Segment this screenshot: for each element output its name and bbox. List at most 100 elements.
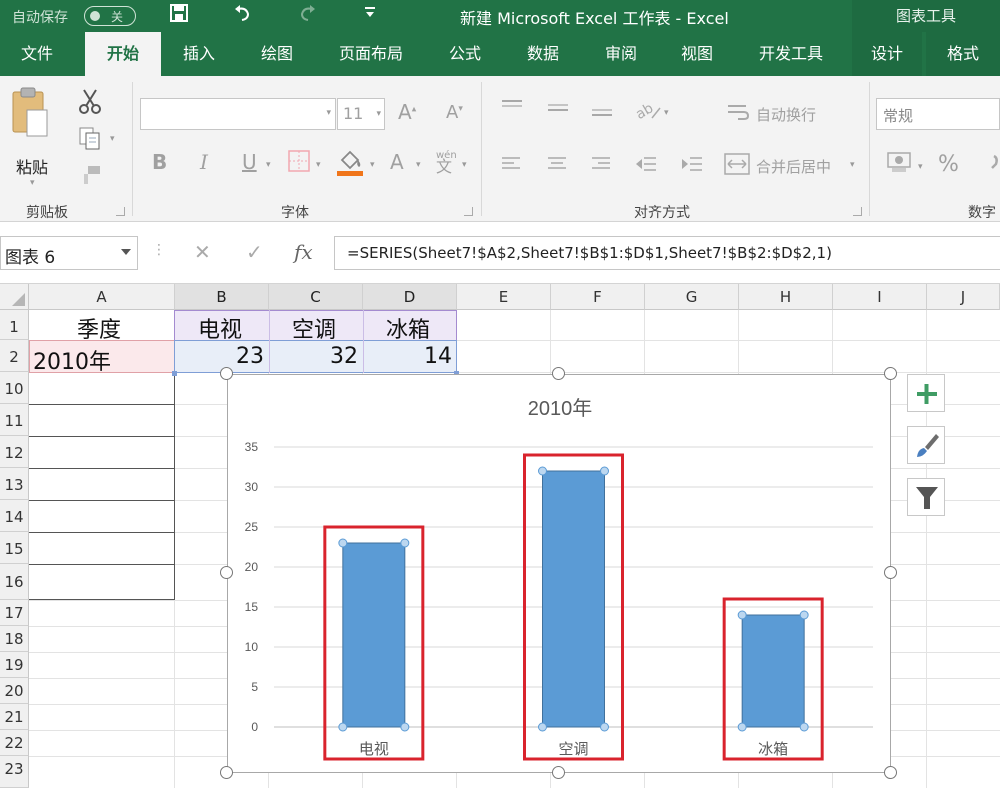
bar-selection-handle[interactable] xyxy=(737,722,747,732)
borders-icon[interactable] xyxy=(288,150,310,177)
font-size-input[interactable]: 11 ▾ xyxy=(337,98,385,130)
bar-selection-handle[interactable] xyxy=(338,538,348,548)
bar[interactable] xyxy=(741,614,805,728)
name-box[interactable]: 图表 6 xyxy=(0,236,138,270)
chart-elements-button[interactable] xyxy=(907,374,945,412)
bar[interactable] xyxy=(542,470,605,728)
bar-chart[interactable]: 2010年 0 5 10 15 20 25 30 35 电视 空调 冰箱 xyxy=(228,375,892,774)
bar-selection-handle[interactable] xyxy=(538,466,547,476)
underline-dropdown-icon[interactable]: ▾ xyxy=(266,160,271,170)
row-header-14[interactable]: 14 xyxy=(0,500,29,532)
name-box-dropdown-icon[interactable] xyxy=(121,249,131,255)
align-right-icon[interactable] xyxy=(590,154,612,179)
column-header-a[interactable]: A xyxy=(29,284,175,310)
bar-selection-handle[interactable] xyxy=(799,610,809,620)
bar-selection-handle[interactable] xyxy=(600,722,609,732)
row-header-12[interactable]: 12 xyxy=(0,436,29,468)
cancel-icon[interactable]: ✕ xyxy=(194,240,211,264)
phonetic-dropdown-icon[interactable]: ▾ xyxy=(462,160,467,170)
resize-handle-top-left[interactable] xyxy=(220,367,233,380)
font-name-dropdown-icon[interactable]: ▾ xyxy=(326,108,331,118)
tab-page-layout[interactable]: 页面布局 xyxy=(322,32,420,76)
bold-button[interactable]: B xyxy=(152,150,167,174)
wrap-text-icon[interactable] xyxy=(726,102,750,127)
fill-color-dropdown-icon[interactable]: ▾ xyxy=(370,160,375,170)
row-header-18[interactable]: 18 xyxy=(0,626,29,652)
tab-home[interactable]: 开始 xyxy=(85,32,161,76)
chart-styles-button[interactable] xyxy=(907,426,945,464)
resize-handle-top[interactable] xyxy=(552,367,565,380)
column-header-b[interactable]: B xyxy=(175,284,269,310)
cell-a1[interactable]: 季度 xyxy=(77,312,121,344)
alignment-launcher-icon[interactable] xyxy=(853,207,862,216)
insert-function-icon[interactable]: fx xyxy=(294,240,313,264)
font-size-dropdown-icon[interactable]: ▾ xyxy=(376,109,381,119)
format-painter-icon[interactable] xyxy=(80,164,102,191)
cell-b2[interactable]: 23 xyxy=(236,344,264,369)
redo-icon[interactable] xyxy=(296,2,318,29)
row-header-23[interactable]: 23 xyxy=(0,756,29,788)
paste-icon[interactable] xyxy=(10,86,50,145)
tab-view[interactable]: 视图 xyxy=(664,32,730,76)
borders-dropdown-icon[interactable]: ▾ xyxy=(316,160,321,170)
resize-handle-right[interactable] xyxy=(884,566,897,579)
paste-dropdown-icon[interactable]: ▾ xyxy=(30,178,35,188)
row-header-19[interactable]: 19 xyxy=(0,652,29,678)
resize-handle-bottom[interactable] xyxy=(552,766,565,779)
cut-icon[interactable] xyxy=(78,88,102,119)
column-header-f[interactable]: F xyxy=(551,284,645,310)
increase-indent-icon[interactable] xyxy=(680,154,704,179)
row-header-20[interactable]: 20 xyxy=(0,678,29,704)
range-handle[interactable] xyxy=(172,371,177,376)
align-middle-icon[interactable] xyxy=(546,98,570,123)
bar-selection-handle[interactable] xyxy=(400,722,410,732)
column-header-i[interactable]: I xyxy=(833,284,927,310)
resize-handle-left[interactable] xyxy=(220,566,233,579)
tab-design[interactable]: 设计 xyxy=(852,32,922,76)
cell-d2[interactable]: 14 xyxy=(424,344,452,369)
align-center-icon[interactable] xyxy=(546,154,568,179)
merge-center-label[interactable]: 合并后居中 xyxy=(756,156,831,177)
row-header-17[interactable]: 17 xyxy=(0,600,29,626)
merge-dropdown-icon[interactable]: ▾ xyxy=(850,160,855,170)
decrease-indent-icon[interactable] xyxy=(634,154,658,179)
bar-selection-handle[interactable] xyxy=(400,538,410,548)
bar-selection-handle[interactable] xyxy=(799,722,809,732)
align-top-icon[interactable] xyxy=(500,98,524,123)
column-header-j[interactable]: J xyxy=(927,284,1000,310)
font-launcher-icon[interactable] xyxy=(464,207,473,216)
copy-dropdown-icon[interactable]: ▾ xyxy=(110,134,115,144)
tab-insert[interactable]: 插入 xyxy=(166,32,232,76)
select-all-button[interactable] xyxy=(0,284,29,310)
bar-selection-handle[interactable] xyxy=(600,466,609,476)
cell-c2[interactable]: 32 xyxy=(330,344,358,369)
underline-button[interactable]: U xyxy=(242,150,257,174)
row-header-1[interactable]: 1 xyxy=(0,310,29,340)
tab-formulas[interactable]: 公式 xyxy=(434,32,496,76)
orientation-dropdown-icon[interactable]: ▾ xyxy=(664,108,669,118)
chart-area[interactable]: 2010年 0 5 10 15 20 25 30 35 电视 空调 冰箱 xyxy=(227,374,891,773)
cell-c1[interactable]: 空调 xyxy=(292,312,336,344)
percent-button[interactable]: % xyxy=(938,152,959,177)
cell-a2[interactable]: 2010年 xyxy=(33,344,111,376)
orientation-icon[interactable]: ab xyxy=(633,98,664,127)
accounting-format-icon[interactable] xyxy=(886,150,914,179)
number-format-input[interactable]: 常规 xyxy=(876,98,1000,130)
clipboard-launcher-icon[interactable] xyxy=(116,207,125,216)
resize-handle-bottom-left[interactable] xyxy=(220,766,233,779)
chart-filters-button[interactable] xyxy=(907,478,945,516)
copy-icon[interactable] xyxy=(78,126,102,155)
resize-handle-top-right[interactable] xyxy=(884,367,897,380)
tab-review[interactable]: 审阅 xyxy=(588,32,654,76)
formula-input[interactable]: =SERIES(Sheet7!$A$2,Sheet7!$B$1:$D$1,She… xyxy=(334,236,1000,270)
tab-developer[interactable]: 开发工具 xyxy=(742,32,840,76)
row-header-16[interactable]: 16 xyxy=(0,564,29,600)
font-color-dropdown-icon[interactable]: ▾ xyxy=(416,160,421,170)
column-header-e[interactable]: E xyxy=(457,284,551,310)
tab-draw[interactable]: 绘图 xyxy=(244,32,310,76)
wrap-text-label[interactable]: 自动换行 xyxy=(756,104,816,125)
font-color-button[interactable]: A xyxy=(390,150,404,174)
y-axis[interactable]: 0 5 10 15 20 25 30 35 xyxy=(245,440,259,734)
shrink-font-button[interactable]: A▾ xyxy=(446,102,463,123)
row-header-15[interactable]: 15 xyxy=(0,532,29,564)
